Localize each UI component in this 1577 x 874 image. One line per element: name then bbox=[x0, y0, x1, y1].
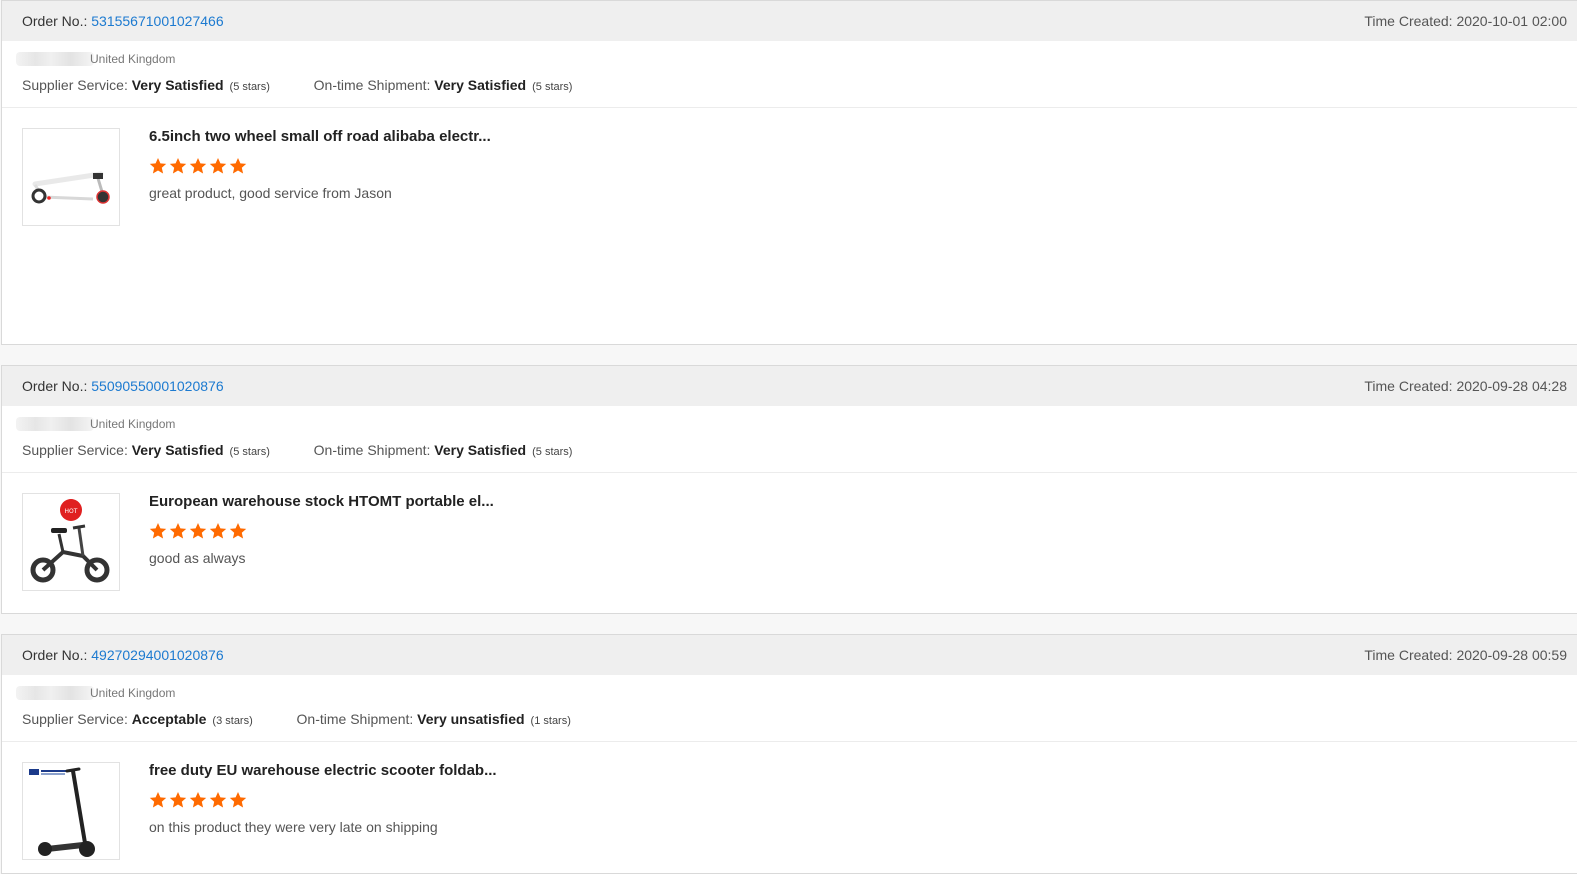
order-number-label: Order No.: bbox=[22, 378, 88, 394]
ontime-shipment-stars: (5 stars) bbox=[532, 81, 573, 93]
buyer-info: United Kingdom Supplier Service: Accepta… bbox=[2, 675, 1577, 742]
star-icon bbox=[189, 792, 207, 808]
product-thumbnail[interactable] bbox=[22, 128, 120, 226]
supplier-service-label: Supplier Service: bbox=[22, 711, 128, 727]
order-card: Order No.: 55090550001020876 Time Create… bbox=[1, 365, 1577, 614]
buyer-name-redacted bbox=[16, 417, 94, 431]
ontime-shipment-label: On-time Shipment: bbox=[296, 711, 414, 727]
electric-bike-icon: HOT bbox=[30, 499, 110, 583]
star-icon bbox=[189, 158, 207, 174]
seller-ratings: Supplier Service: Acceptable (3 stars) On… bbox=[22, 710, 571, 730]
star-icon bbox=[169, 792, 187, 808]
buyer-country: United Kingdom bbox=[90, 686, 176, 700]
supplier-service-value: Acceptable bbox=[131, 711, 207, 727]
star-icon bbox=[149, 523, 167, 539]
supplier-service-value: Very Satisfied bbox=[131, 77, 224, 93]
time-created-label: Time Created: bbox=[1364, 378, 1453, 394]
order-card: Order No.: 49270294001020876 Time Create… bbox=[1, 634, 1577, 874]
supplier-service-stars: (5 stars) bbox=[229, 446, 270, 458]
star-icon bbox=[229, 523, 247, 539]
order-number-link[interactable]: 49270294001020876 bbox=[91, 647, 223, 663]
product-thumbnail[interactable]: HOT bbox=[22, 493, 120, 591]
review-text: good as always bbox=[149, 550, 246, 566]
time-created-value: 2020-09-28 00:59 bbox=[1456, 647, 1567, 663]
electric-scooter-icon bbox=[29, 767, 95, 857]
order-number-row: Order No.: 49270294001020876 bbox=[22, 635, 224, 675]
order-header: Order No.: 55090550001020876 Time Create… bbox=[2, 366, 1577, 406]
order-number-row: Order No.: 55090550001020876 bbox=[22, 366, 224, 406]
ontime-shipment-stars: (5 stars) bbox=[532, 446, 573, 458]
order-header: Order No.: 53155671001027466 Time Create… bbox=[2, 1, 1577, 41]
supplier-service-label: Supplier Service: bbox=[22, 77, 128, 93]
seller-ratings: Supplier Service: Very Satisfied (5 stars… bbox=[22, 441, 572, 461]
time-created-value: 2020-09-28 04:28 bbox=[1456, 378, 1567, 394]
seller-ratings: Supplier Service: Very Satisfied (5 stars… bbox=[22, 76, 572, 96]
time-created: Time Created: 2020-09-28 00:59 bbox=[1364, 635, 1567, 675]
star-icon bbox=[209, 792, 227, 808]
order-card: Order No.: 53155671001027466 Time Create… bbox=[1, 0, 1577, 345]
order-header: Order No.: 49270294001020876 Time Create… bbox=[2, 635, 1577, 675]
order-number-label: Order No.: bbox=[22, 647, 88, 663]
buyer-info: United Kingdom Supplier Service: Very Sa… bbox=[2, 406, 1577, 473]
ontime-shipment-value: Very Satisfied bbox=[434, 77, 527, 93]
star-icon bbox=[169, 158, 187, 174]
ontime-shipment-value: Very unsatisfied bbox=[417, 711, 525, 727]
star-icon bbox=[149, 158, 167, 174]
ontime-shipment-stars: (1 stars) bbox=[530, 715, 571, 727]
order-number-link[interactable]: 53155671001027466 bbox=[91, 13, 223, 29]
supplier-service-value: Very Satisfied bbox=[131, 442, 224, 458]
product-title[interactable]: 6.5inch two wheel small off road alibaba… bbox=[149, 128, 491, 145]
star-icon bbox=[149, 792, 167, 808]
buyer-country: United Kingdom bbox=[90, 417, 176, 431]
buyer-name-redacted bbox=[16, 52, 94, 66]
time-created-label: Time Created: bbox=[1364, 647, 1453, 663]
svg-text:HOT: HOT bbox=[65, 508, 78, 515]
time-created: Time Created: 2020-10-01 02:00 bbox=[1364, 1, 1567, 41]
star-icon bbox=[209, 158, 227, 174]
review-text: great product, good service from Jason bbox=[149, 185, 392, 201]
product-thumbnail[interactable] bbox=[22, 762, 120, 860]
star-icon bbox=[229, 792, 247, 808]
ontime-shipment-label: On-time Shipment: bbox=[313, 442, 431, 458]
star-icon bbox=[209, 523, 227, 539]
product-rating-stars bbox=[149, 522, 249, 540]
product-title[interactable]: European warehouse stock HTOMT portable … bbox=[149, 493, 494, 510]
kick-scooter-icon bbox=[31, 171, 110, 204]
supplier-service-stars: (5 stars) bbox=[229, 81, 270, 93]
time-created: Time Created: 2020-09-28 04:28 bbox=[1364, 366, 1567, 406]
buyer-country: United Kingdom bbox=[90, 52, 176, 66]
order-number-label: Order No.: bbox=[22, 13, 88, 29]
star-icon bbox=[189, 523, 207, 539]
product-rating-stars bbox=[149, 791, 249, 809]
ontime-shipment-value: Very Satisfied bbox=[434, 442, 527, 458]
order-number-row: Order No.: 53155671001027466 bbox=[22, 1, 224, 41]
star-icon bbox=[229, 158, 247, 174]
product-rating-stars bbox=[149, 157, 249, 175]
time-created-label: Time Created: bbox=[1364, 13, 1453, 29]
review-text: on this product they were very late on s… bbox=[149, 819, 438, 835]
supplier-service-stars: (3 stars) bbox=[212, 715, 253, 727]
supplier-service-label: Supplier Service: bbox=[22, 442, 128, 458]
time-created-value: 2020-10-01 02:00 bbox=[1456, 13, 1567, 29]
product-title[interactable]: free duty EU warehouse electric scooter … bbox=[149, 762, 497, 779]
buyer-name-redacted bbox=[16, 686, 94, 700]
star-icon bbox=[169, 523, 187, 539]
ontime-shipment-label: On-time Shipment: bbox=[313, 77, 431, 93]
order-number-link[interactable]: 55090550001020876 bbox=[91, 378, 223, 394]
buyer-info: United Kingdom Supplier Service: Very Sa… bbox=[2, 41, 1577, 108]
